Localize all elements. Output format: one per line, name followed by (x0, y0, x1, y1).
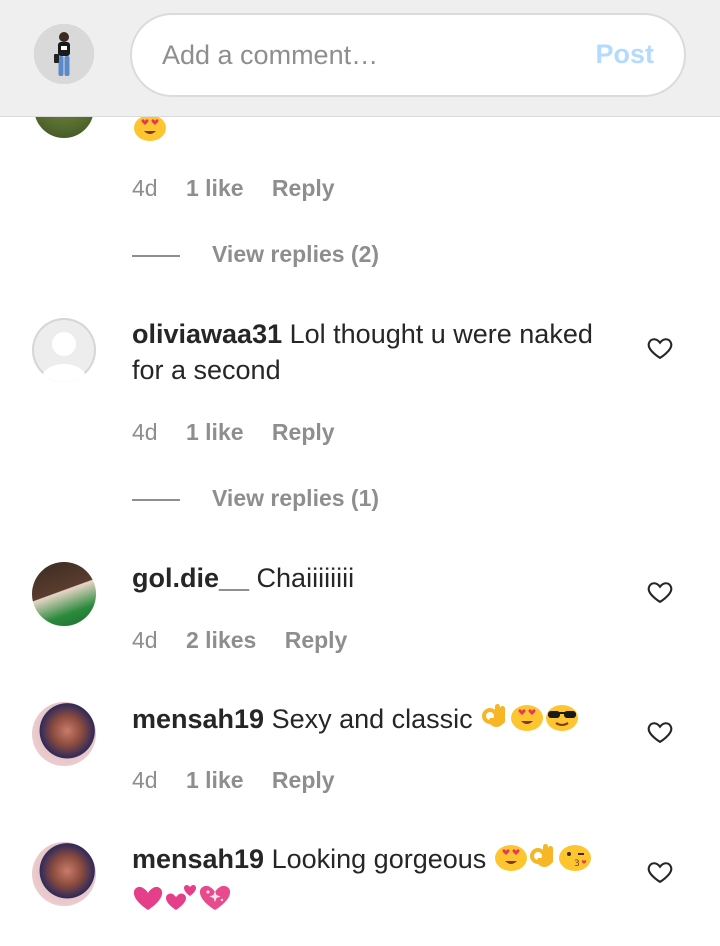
comment-composer-bar: Post (0, 0, 720, 117)
like-count[interactable]: 1 like (186, 767, 244, 793)
reply-button[interactable]: Reply (272, 419, 335, 445)
comment-text: Looking gorgeous (271, 844, 487, 874)
comment-username[interactable]: mensah19 (132, 704, 264, 734)
like-heart-icon[interactable] (646, 334, 674, 362)
comment-username[interactable]: gol.die__ (132, 563, 249, 593)
commenter-avatar[interactable] (32, 702, 96, 766)
comment-text: Sexy and classic (271, 704, 473, 734)
default-avatar[interactable] (32, 318, 96, 382)
heart-eyes-emoji-icon (133, 112, 167, 147)
comment-username[interactable]: mensah19 (132, 844, 264, 874)
comment-meta: 4d 1 like Reply (132, 175, 357, 202)
sparkling-heart-emoji-icon (198, 882, 232, 921)
heart-eyes-emoji-icon (494, 842, 528, 881)
user-photo-icon (34, 24, 94, 84)
kissing-wink-emoji-icon: 3 (558, 842, 592, 881)
sunglasses-emoji-icon (544, 702, 580, 741)
comment-time: 4d (132, 767, 158, 793)
view-replies-label: View replies (2) (212, 241, 380, 267)
divider-line (132, 254, 180, 257)
ok-hand-emoji-icon (528, 840, 558, 881)
comment-body: oliviawaa31 Lol thought u were naked for… (132, 316, 622, 388)
comment-meta: 4d 2 likes Reply (132, 627, 369, 654)
reply-button[interactable]: Reply (272, 767, 335, 793)
comment-body: mensah19 Looking gorgeous 3 (132, 840, 622, 921)
comment-body: mensah19 Sexy and classic (132, 700, 622, 741)
comment-input-container[interactable]: Post (130, 13, 686, 97)
comment-text: Chaiiiiiiii (256, 563, 355, 593)
commenter-avatar[interactable] (32, 842, 96, 906)
like-count[interactable]: 1 like (186, 419, 244, 445)
view-replies-button[interactable]: View replies (2) (132, 241, 379, 268)
view-replies-label: View replies (1) (212, 485, 380, 511)
heart-emoji-icon (132, 884, 164, 921)
comment-time: 4d (132, 175, 158, 201)
heart-eyes-emoji-icon (510, 702, 544, 741)
default-avatar-icon (42, 332, 86, 382)
comment-body: gol.die__ Chaiiiiiiii (132, 560, 622, 596)
comment-meta: 4d 1 like Reply (132, 767, 357, 794)
two-hearts-emoji-icon (164, 882, 198, 921)
svg-text:3: 3 (574, 859, 580, 869)
commenter-avatar[interactable] (32, 562, 96, 626)
divider-line (132, 498, 180, 501)
current-user-avatar[interactable] (34, 24, 94, 84)
like-heart-icon[interactable] (646, 858, 674, 886)
comment-input[interactable] (162, 35, 562, 75)
comment-meta: 4d 1 like Reply (132, 419, 357, 446)
comment-time: 4d (132, 419, 158, 445)
like-heart-icon[interactable] (646, 578, 674, 606)
like-count[interactable]: 1 like (186, 175, 244, 201)
ok-hand-emoji-icon (480, 700, 510, 741)
view-replies-button[interactable]: View replies (1) (132, 485, 379, 512)
comment-username[interactable]: oliviawaa31 (132, 319, 282, 349)
post-button[interactable]: Post (595, 39, 654, 70)
comment-time: 4d (132, 627, 158, 653)
reply-button[interactable]: Reply (285, 627, 348, 653)
like-count[interactable]: 2 likes (186, 627, 256, 653)
reply-button[interactable]: Reply (272, 175, 335, 201)
like-heart-icon[interactable] (646, 718, 674, 746)
